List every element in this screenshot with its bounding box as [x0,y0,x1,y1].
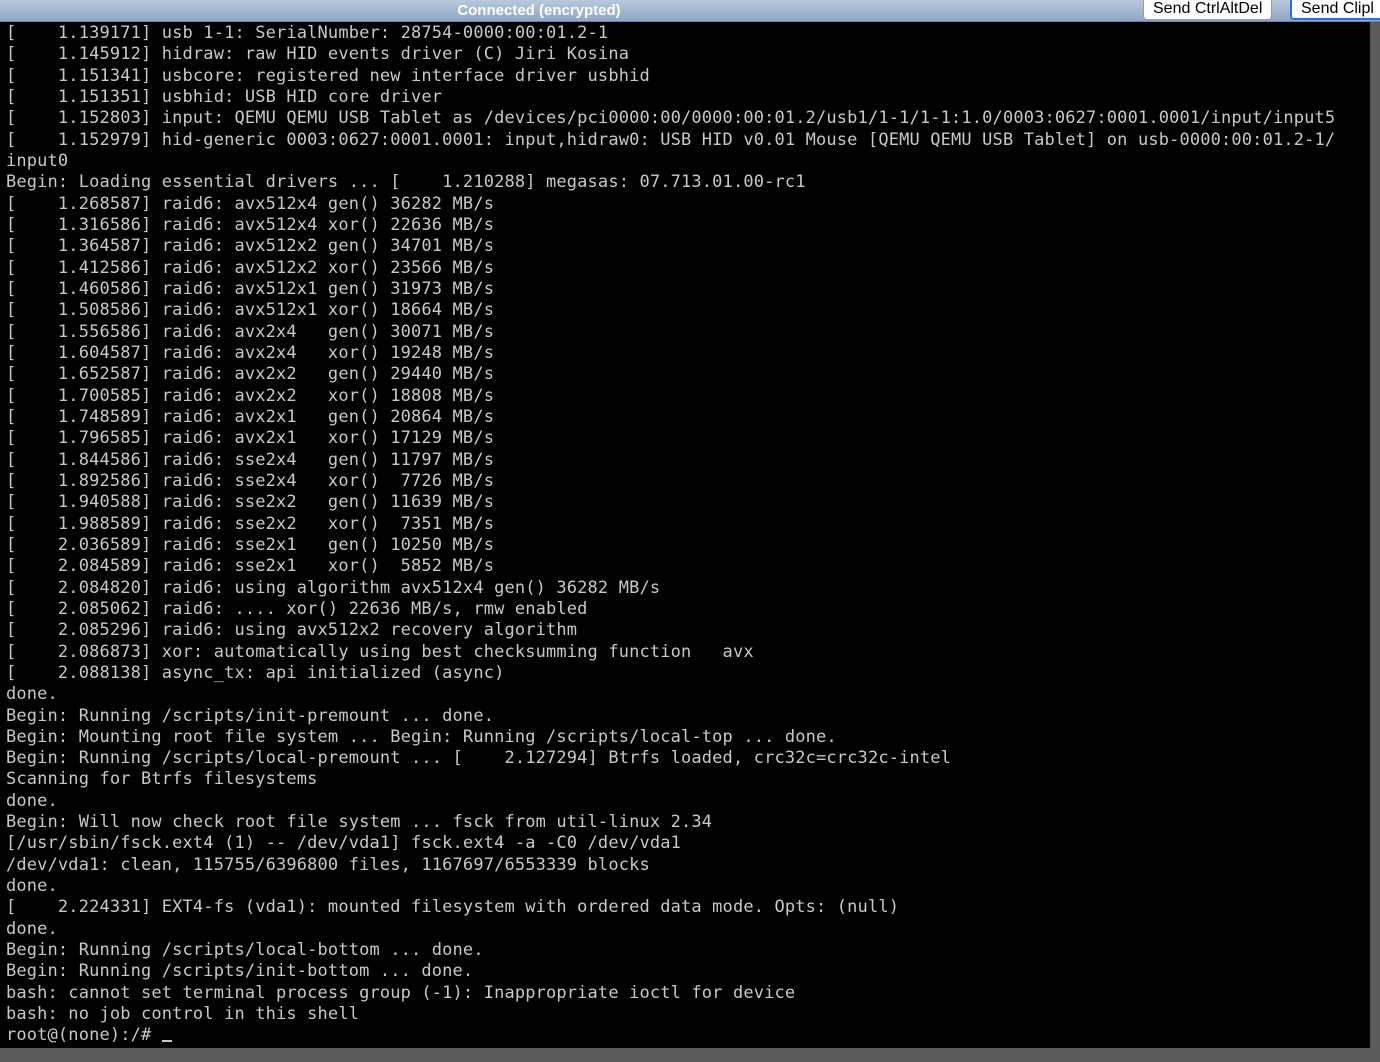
console-line: [ 1.152803] input: QEMU QEMU USB Tablet … [6,108,1336,129]
console-line: done. [6,790,58,811]
connection-status: Connected (encrypted) [457,2,621,19]
console-line: Begin: Mounting root file system ... Beg… [6,726,837,747]
console-line: [ 2.085062] raid6: .... xor() 22636 MB/s… [6,598,588,619]
console-line: done. [6,684,58,705]
console-line: [ 1.940588] raid6: sse2x2 gen() 11639 MB… [6,492,495,513]
console-output: [ 1.139171] usb 1-1: SerialNumber: 28754… [0,22,1370,1047]
console-line: [ 1.508586] raid6: avx512x1 xor() 18664 … [6,300,495,321]
console-line: [ 1.796585] raid6: avx2x1 xor() 17129 MB… [6,428,495,449]
console-line: Begin: Will now check root file system .… [6,812,713,833]
console-line: [ 1.748589] raid6: avx2x1 gen() 20864 MB… [6,406,495,427]
console-line: Begin: Running /scripts/init-bottom ... … [6,961,474,982]
console-line: [ 1.316586] raid6: avx512x4 xor() 22636 … [6,214,495,235]
console-line: Begin: Running /scripts/local-bottom ...… [6,940,484,961]
console-line: Begin: Running /scripts/init-premount ..… [6,705,495,726]
console-line: [ 1.139171] usb 1-1: SerialNumber: 28754… [6,23,609,43]
console-line: done. [6,876,58,897]
console-line: bash: no job control in this shell [6,1004,360,1025]
console-line: Begin: Running /scripts/local-premount .… [6,748,952,769]
console-line: [ 2.085296] raid6: using avx512x2 recove… [6,620,578,641]
console-line: [ 2.036589] raid6: sse2x1 gen() 10250 MB… [6,534,495,555]
console-line: done. [6,918,58,939]
console-line: [ 1.988589] raid6: sse2x2 xor() 7351 MB/… [6,513,495,534]
console-line: [ 1.844586] raid6: sse2x4 gen() 11797 MB… [6,449,495,470]
console-line: [ 1.268587] raid6: avx512x4 gen() 36282 … [6,193,495,214]
vnc-toolbar: Connected (encrypted) Send CtrlAltDel Se… [0,0,1380,22]
send-ctrlaltdel-button[interactable]: Send CtrlAltDel [1143,0,1273,20]
console-line: Scanning for Btrfs filesystems [6,769,318,790]
console-line: [ 1.364587] raid6: avx512x2 gen() 34701 … [6,236,495,257]
shell-prompt: root@(none):/# [6,1025,162,1046]
console-line: [ 1.556586] raid6: avx2x4 gen() 30071 MB… [6,321,495,342]
console-line: [ 1.604587] raid6: avx2x4 xor() 19248 MB… [6,342,495,363]
console-line: [ 1.151351] usbhid: USB HID core driver [6,86,443,107]
console-line: [ 1.460586] raid6: avx512x1 gen() 31973 … [6,278,495,299]
console-line: input0 [6,150,69,171]
console-line: [ 2.086873] xor: automatically using bes… [6,641,754,662]
send-clipboard-button[interactable]: Send Clipl [1290,0,1380,20]
console-line: Begin: Loading essential drivers ... [ 1… [6,172,806,193]
console-line: bash: cannot set terminal process group … [6,982,796,1003]
console-line: /dev/vda1: clean, 115755/6396800 files, … [6,854,650,875]
console-line: [ 2.224331] EXT4-fs (vda1): mounted file… [6,897,900,918]
console-line: [ 2.088138] async_tx: api initialized (a… [6,662,505,683]
console-line: [ 1.892586] raid6: sse2x4 xor() 7726 MB/… [6,470,495,491]
console-line: [ 2.084820] raid6: using algorithm avx51… [6,577,661,598]
console-line: [ 1.152979] hid-generic 0003:0627:0001.0… [6,129,1336,150]
vnc-console-screen[interactable]: [ 1.139171] usb 1-1: SerialNumber: 28754… [0,22,1370,1048]
console-line: [/usr/sbin/fsck.ext4 (1) -- /dev/vda1] f… [6,833,682,854]
console-line: [ 2.084589] raid6: sse2x1 xor() 5852 MB/… [6,556,495,577]
console-line: [ 1.151341] usbcore: registered new inte… [6,65,650,86]
console-line: [ 1.652587] raid6: avx2x2 gen() 29440 MB… [6,364,495,385]
console-line: [ 1.412586] raid6: avx512x2 xor() 23566 … [6,257,495,278]
text-cursor [161,1040,172,1043]
console-line: [ 1.700585] raid6: avx2x2 xor() 18808 MB… [6,385,495,406]
console-line: [ 1.145912] hidraw: raw HID events drive… [6,44,630,65]
